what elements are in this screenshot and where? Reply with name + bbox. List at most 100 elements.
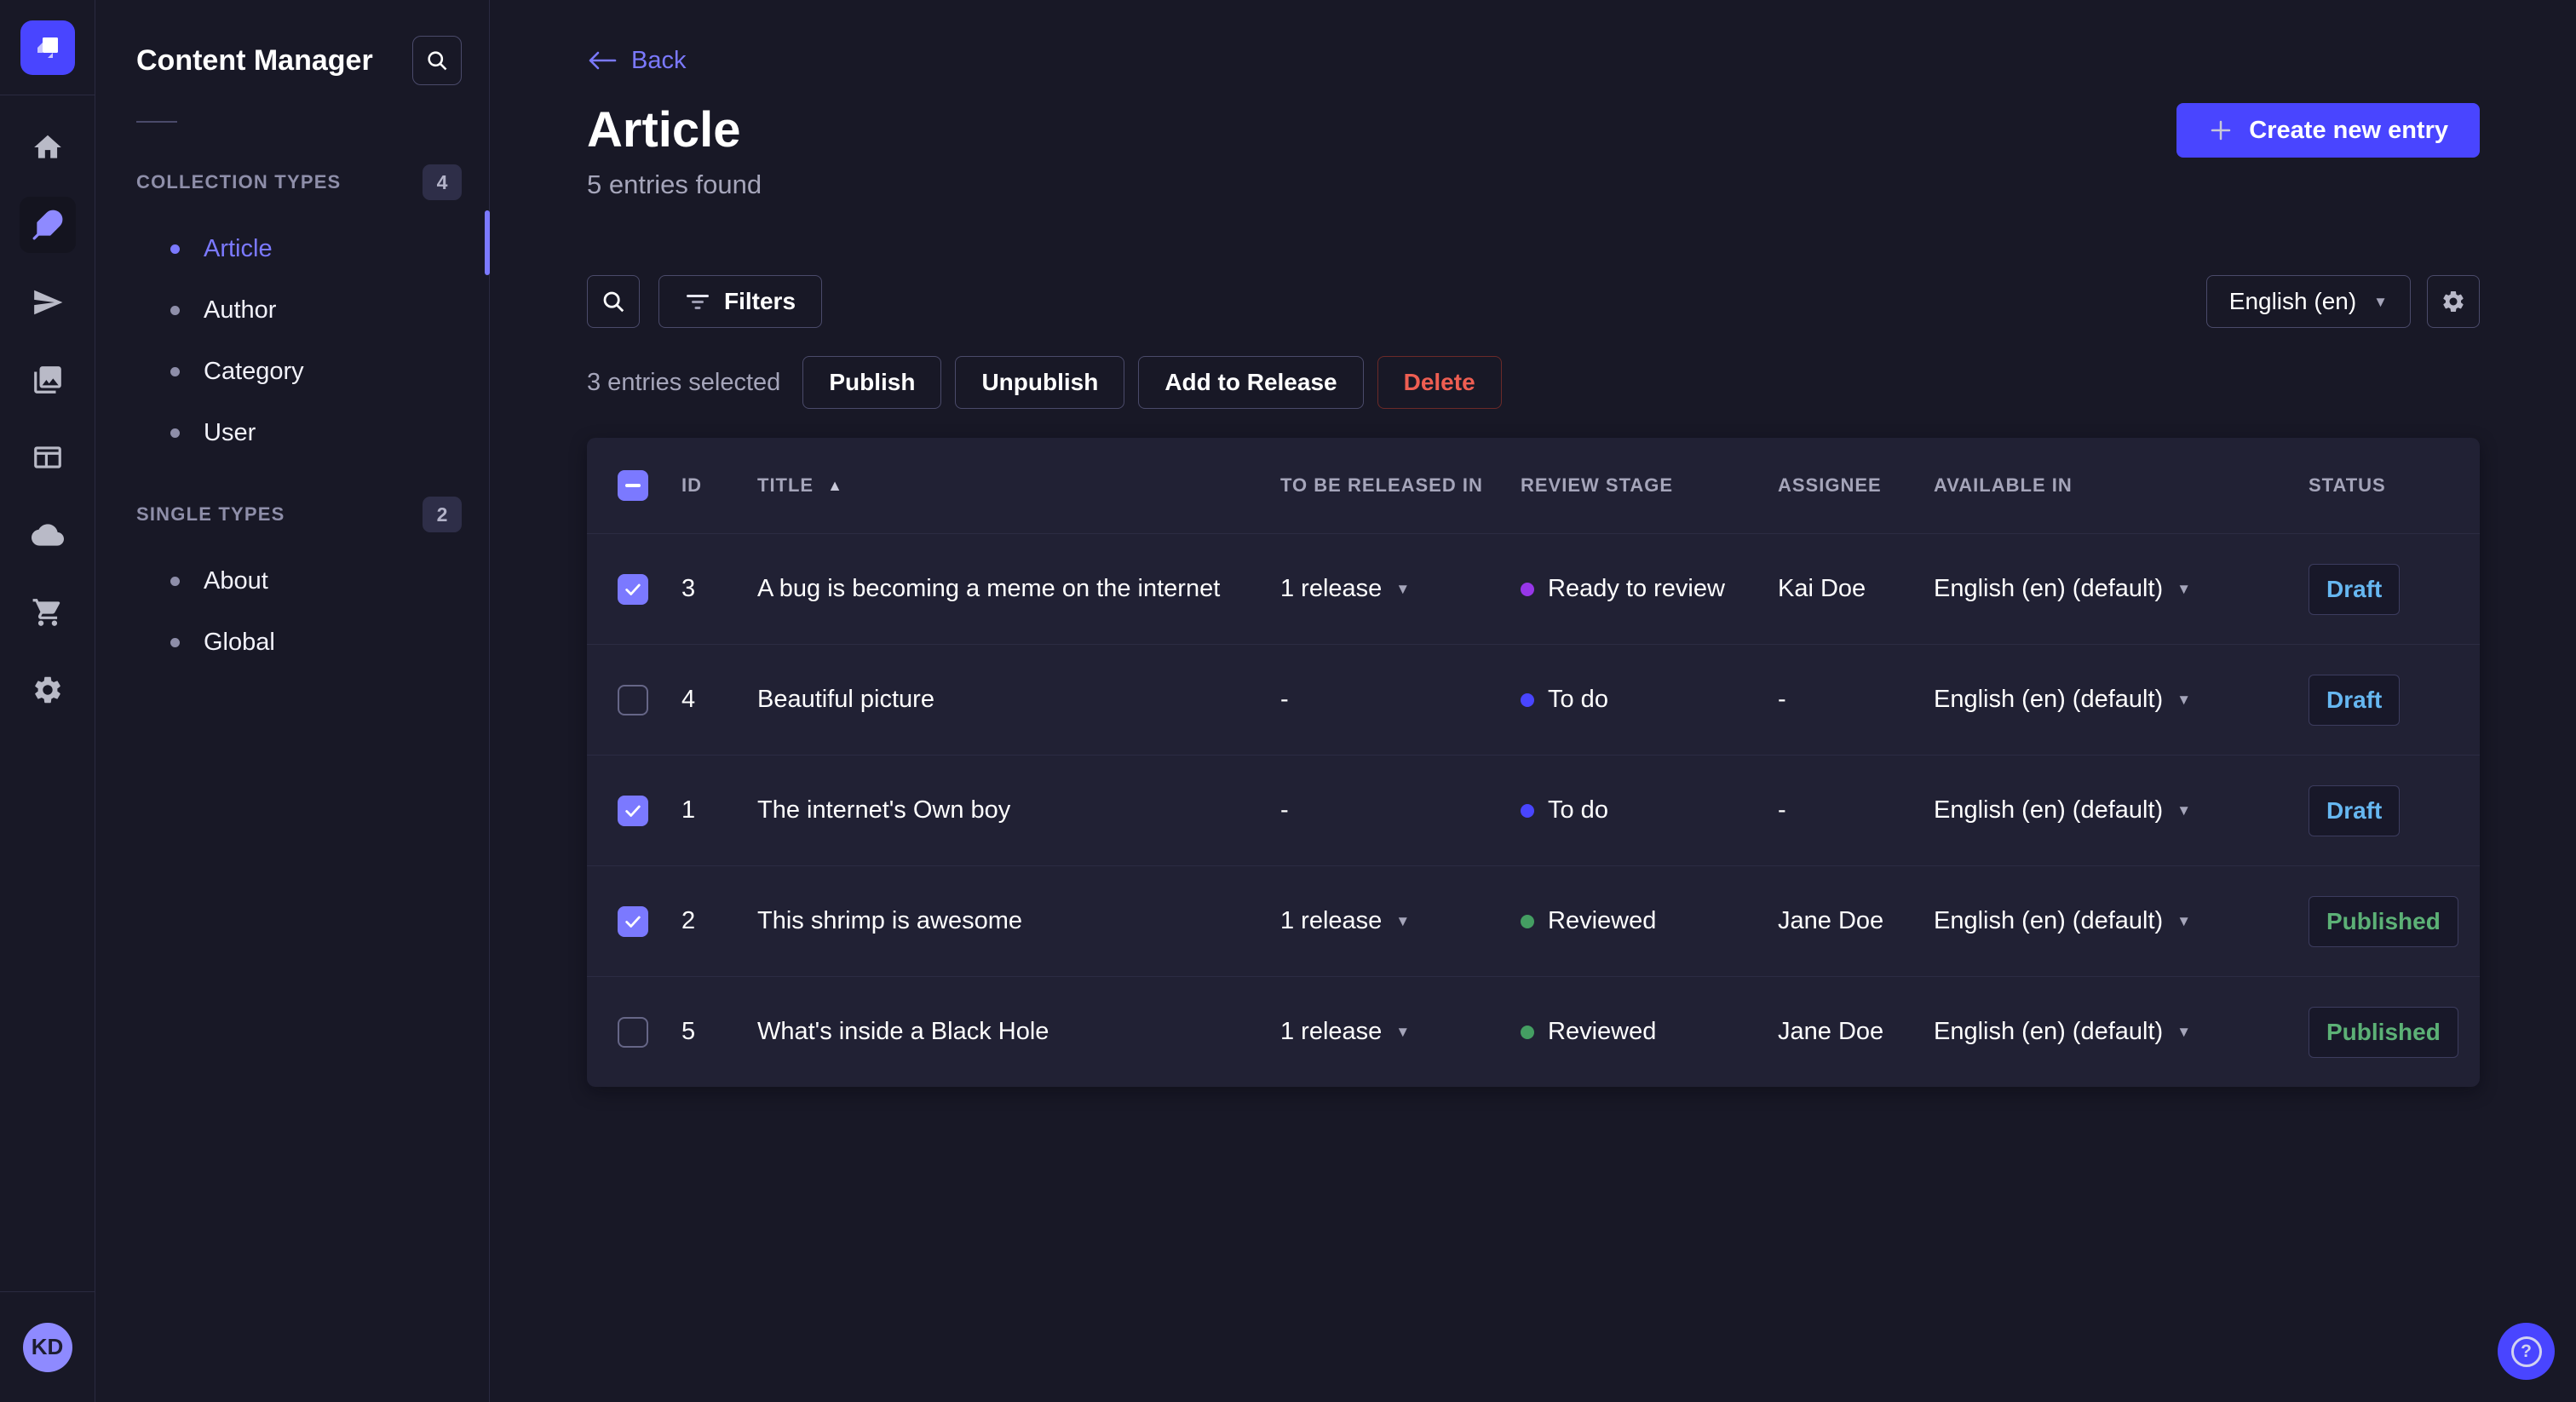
settings-gear-icon[interactable] xyxy=(20,662,76,718)
help-button[interactable]: ? xyxy=(2498,1323,2555,1380)
cell-available-in[interactable]: English (en) (default) ▼ xyxy=(1934,686,2309,714)
sidebar-search-button[interactable] xyxy=(412,36,462,85)
view-settings-button[interactable] xyxy=(2427,275,2480,328)
strapi-logo[interactable] xyxy=(20,20,75,75)
bulk-actions-bar: 3 entries selected Publish Unpublish Add… xyxy=(587,356,2480,409)
stage-dot xyxy=(1521,803,1534,818)
marketplace-cart-icon[interactable] xyxy=(20,584,76,641)
cell-release: - xyxy=(1280,686,1289,713)
cell-id: 4 xyxy=(681,686,696,713)
chevron-down-icon: ▼ xyxy=(2176,692,2192,708)
bullet-icon xyxy=(170,305,180,315)
stage-dot xyxy=(1521,692,1534,707)
cell-assignee: - xyxy=(1778,796,1786,824)
sidebar-item-article[interactable]: Article xyxy=(136,218,462,279)
content-type-builder-icon[interactable] xyxy=(20,429,76,486)
table-row[interactable]: 1 The internet's Own boy - To do - Engli… xyxy=(587,755,2480,865)
rail-user-section: KD xyxy=(0,1291,95,1402)
table-row[interactable]: 4 Beautiful picture - To do - English (e… xyxy=(587,644,2480,755)
back-link[interactable]: Back xyxy=(587,46,686,75)
list-toolbar: Filters English (en) ▼ xyxy=(587,275,2480,328)
table-row[interactable]: 2 This shrimp is awesome 1 release ▼ Rev… xyxy=(587,865,2480,976)
collection-types-label: COLLECTION TYPES xyxy=(136,171,342,192)
cell-id: 2 xyxy=(681,907,696,934)
page-title: Article xyxy=(587,102,741,158)
column-header-stage[interactable]: REVIEW STAGE xyxy=(1521,474,1778,497)
cell-review-stage: To do xyxy=(1521,686,1778,714)
bullet-icon xyxy=(170,366,180,376)
locale-select[interactable]: English (en) ▼ xyxy=(2205,275,2411,328)
sidebar-header: Content Manager xyxy=(136,0,462,85)
sidebar-item-author[interactable]: Author xyxy=(136,279,462,341)
gear-icon xyxy=(2443,290,2464,312)
content-manager-icon[interactable] xyxy=(19,197,76,253)
cell-available-in[interactable]: English (en) (default) ▼ xyxy=(1934,796,2309,825)
bullet-icon xyxy=(170,244,180,254)
search-button[interactable] xyxy=(587,275,640,328)
delete-button[interactable]: Delete xyxy=(1377,356,1502,409)
cell-release[interactable]: 1 release ▼ xyxy=(1280,575,1521,603)
column-header-available[interactable]: AVAILABLE IN xyxy=(1934,474,2309,497)
table-row[interactable]: 5 What's inside a Black Hole 1 release ▼… xyxy=(587,976,2480,1087)
entries-table: ID TITLE ▲ TO BE RELEASED IN REVIEW STAG… xyxy=(587,438,2480,1087)
check-icon xyxy=(625,583,641,595)
sidebar-item-global[interactable]: Global xyxy=(136,612,462,673)
chevron-down-icon: ▼ xyxy=(2373,293,2388,310)
sidebar-item-category[interactable]: Category xyxy=(136,341,462,402)
rail-icon-list xyxy=(19,95,76,1291)
chevron-down-icon: ▼ xyxy=(2176,802,2192,819)
home-icon[interactable] xyxy=(20,119,76,175)
create-new-entry-button[interactable]: Create new entry xyxy=(2176,103,2480,158)
row-checkbox[interactable] xyxy=(618,684,648,715)
sort-asc-icon: ▲ xyxy=(827,476,843,494)
status-badge: Draft xyxy=(2309,784,2401,836)
sidebar-item-about[interactable]: About xyxy=(136,550,462,612)
cell-id: 1 xyxy=(681,796,696,824)
chevron-down-icon: ▼ xyxy=(1395,1024,1411,1040)
table-row[interactable]: 3 A bug is becoming a meme on the intern… xyxy=(587,533,2480,644)
stage-dot xyxy=(1521,914,1534,928)
publish-button[interactable]: Publish xyxy=(802,356,942,409)
column-header-status[interactable]: STATUS xyxy=(2309,474,2480,497)
cell-assignee: - xyxy=(1778,686,1786,713)
media-library-icon[interactable] xyxy=(20,352,76,408)
cell-assignee: Kai Doe xyxy=(1778,575,1866,602)
column-header-title[interactable]: TITLE ▲ xyxy=(757,474,1280,497)
cell-assignee: Jane Doe xyxy=(1778,1018,1884,1045)
releases-icon[interactable] xyxy=(20,274,76,330)
check-icon xyxy=(625,805,641,817)
deploy-cloud-icon[interactable] xyxy=(20,507,76,563)
row-checkbox[interactable] xyxy=(618,905,648,937)
cell-review-stage: Reviewed xyxy=(1521,907,1778,935)
cell-release: - xyxy=(1280,796,1289,824)
row-checkbox[interactable] xyxy=(618,795,648,826)
arrow-left-icon xyxy=(589,51,617,70)
sidebar-item-user[interactable]: User xyxy=(136,402,462,463)
row-checkbox[interactable] xyxy=(618,1016,648,1048)
single-types-list: About Global xyxy=(136,550,462,673)
cell-release[interactable]: 1 release ▼ xyxy=(1280,907,1521,935)
column-header-release[interactable]: TO BE RELEASED IN xyxy=(1280,474,1521,497)
add-to-release-button[interactable]: Add to Release xyxy=(1138,356,1364,409)
unpublish-button[interactable]: Unpublish xyxy=(955,356,1125,409)
column-header-assignee[interactable]: ASSIGNEE xyxy=(1778,474,1934,497)
user-avatar[interactable]: KD xyxy=(22,1322,72,1372)
cell-id: 3 xyxy=(681,575,696,602)
column-header-id[interactable]: ID xyxy=(681,474,757,497)
cell-available-in[interactable]: English (en) (default) ▼ xyxy=(1934,907,2309,935)
cell-release[interactable]: 1 release ▼ xyxy=(1280,1018,1521,1046)
collection-types-section: COLLECTION TYPES 4 Article Author Catego… xyxy=(136,162,462,463)
help-icon: ? xyxy=(2510,1336,2542,1367)
cell-title: Beautiful picture xyxy=(757,686,934,713)
cell-available-in[interactable]: English (en) (default) ▼ xyxy=(1934,575,2309,603)
sidebar-title: Content Manager xyxy=(136,43,373,77)
filters-button[interactable]: Filters xyxy=(658,275,823,328)
select-all-checkbox[interactable] xyxy=(618,470,648,501)
single-types-count-badge: 2 xyxy=(423,497,462,532)
status-badge: Draft xyxy=(2309,674,2401,726)
cell-available-in[interactable]: English (en) (default) ▼ xyxy=(1934,1018,2309,1046)
cell-id: 5 xyxy=(681,1018,696,1045)
cell-title: A bug is becoming a meme on the internet xyxy=(757,575,1221,602)
single-types-section: SINGLE TYPES 2 About Global xyxy=(136,494,462,673)
row-checkbox[interactable] xyxy=(618,573,648,605)
